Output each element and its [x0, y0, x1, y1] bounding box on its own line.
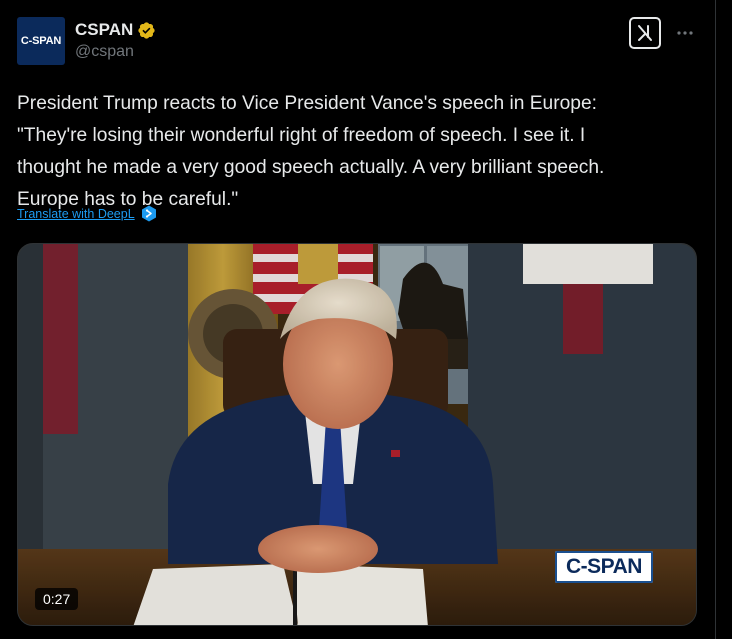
more-options-button[interactable]: [673, 21, 697, 45]
deepl-icon: [141, 205, 156, 222]
tweet-frame: C-SPAN CSPAN @cspan President Trump reac…: [0, 0, 732, 639]
video-duration: 0:27: [35, 588, 79, 610]
avatar[interactable]: C-SPAN: [17, 17, 65, 65]
video-player[interactable]: C-SPAN 0:27: [17, 243, 697, 626]
grok-icon: [638, 25, 652, 41]
grok-button[interactable]: [629, 17, 661, 49]
avatar-label: C-SPAN: [20, 35, 62, 47]
verified-badge-icon[interactable]: [137, 21, 156, 40]
handle[interactable]: @cspan: [75, 43, 156, 61]
tweet-text: President Trump reacts to Vice President…: [17, 93, 605, 210]
translate-link[interactable]: Translate with DeepL: [17, 207, 135, 221]
name-row: CSPAN: [75, 20, 156, 40]
display-name[interactable]: CSPAN: [75, 20, 133, 40]
more-horizontal-icon: [677, 31, 693, 35]
column-divider: [715, 0, 716, 639]
cspan-watermark: C-SPAN: [555, 551, 653, 583]
author-block: CSPAN @cspan: [75, 20, 156, 61]
translate-row: Translate with DeepL: [17, 205, 157, 222]
